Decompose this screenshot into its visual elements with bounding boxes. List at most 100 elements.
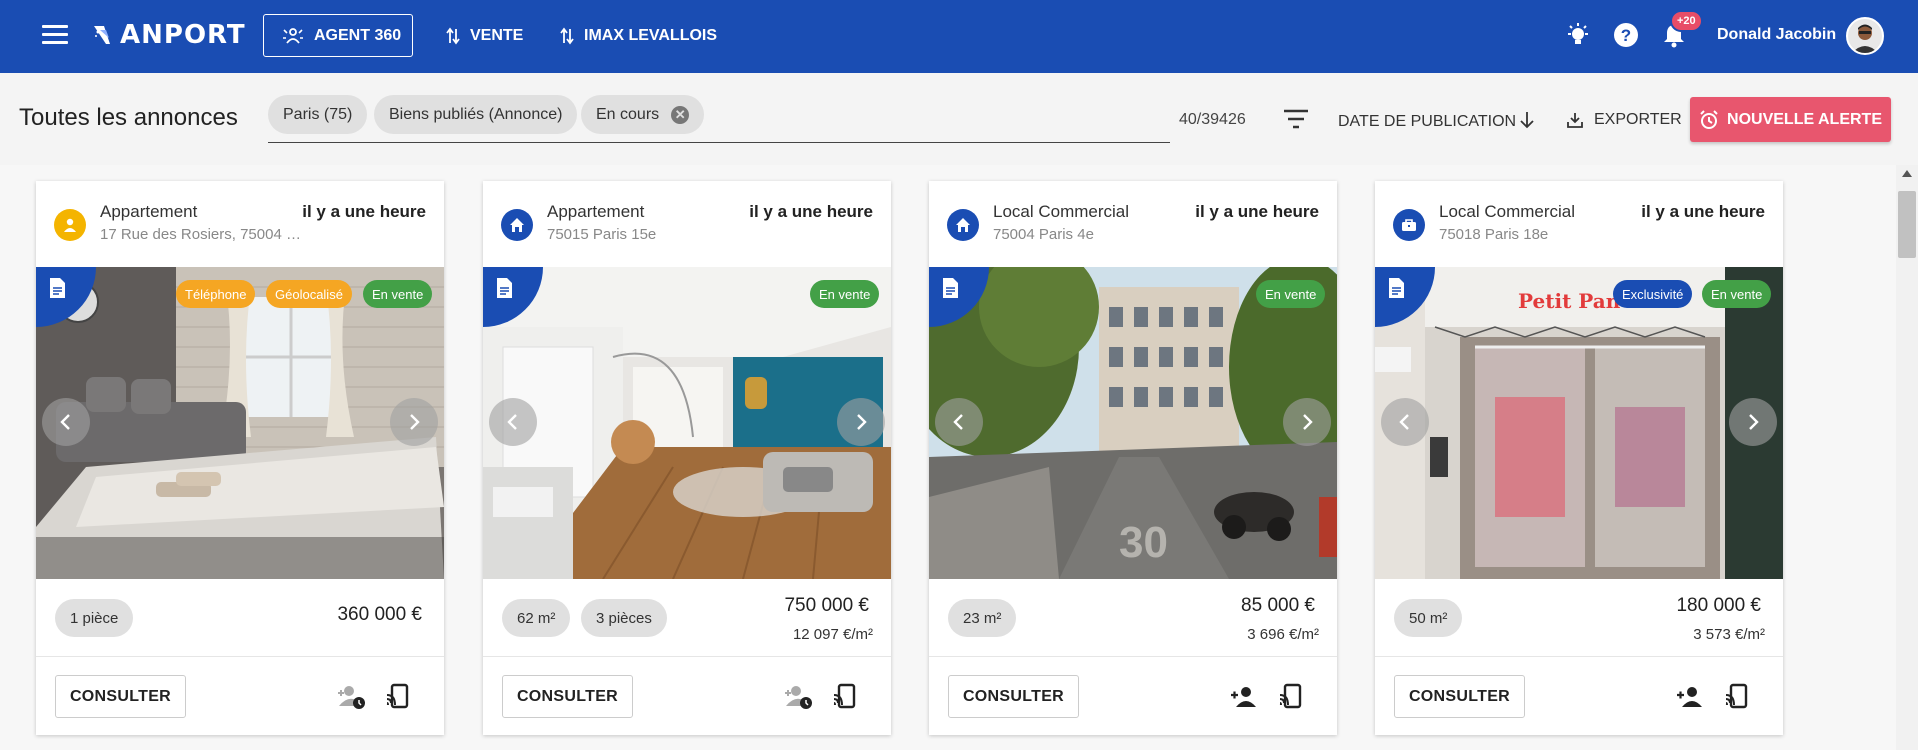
card-details: 1 pièce 360 000 € <box>36 579 444 657</box>
card-header: Local Commercial 75004 Paris 4e il y a u… <box>929 181 1337 267</box>
card-details: 23 m² 85 000 € 3 696 €/m² <box>929 579 1337 657</box>
chip-label: Paris (75) <box>283 105 353 123</box>
tag-en-vente: En vente <box>363 280 433 308</box>
filter-chip-location[interactable]: Paris (75) <box>268 95 368 134</box>
price-per-m2: 12 097 €/m² <box>792 626 873 643</box>
nav-label: VENTE <box>470 26 524 44</box>
property-photo[interactable]: En vente <box>483 267 891 579</box>
help-icon[interactable]: ? <box>1611 20 1641 50</box>
consult-button[interactable]: CONSULTER <box>502 675 633 718</box>
property-address: 75015 Paris 15e <box>547 226 657 243</box>
consult-button[interactable]: CONSULTER <box>948 675 1079 718</box>
chevron-right-icon[interactable] <box>837 398 885 446</box>
swap-vertical-icon <box>446 27 460 44</box>
sort-field[interactable]: DATE DE PUBLICATION <box>1338 113 1516 131</box>
property-type: Appartement <box>547 202 645 221</box>
cast-icon[interactable] <box>828 680 862 714</box>
tag-en-vente: En vente <box>810 280 880 308</box>
consult-button[interactable]: CONSULTER <box>1394 675 1525 718</box>
home-icon <box>947 209 979 241</box>
listing-card: Local Commercial 75004 Paris 4e il y a u… <box>929 181 1337 735</box>
add-person-icon[interactable] <box>1673 680 1707 714</box>
page-title: Toutes les annonces <box>19 104 238 131</box>
add-person-pending-icon[interactable] <box>334 680 368 714</box>
photo-sign-text: Petit Pan <box>1518 289 1621 313</box>
price-per-m2: 3 573 €/m² <box>1693 626 1765 643</box>
published-time: il y a une heure <box>302 202 426 221</box>
chevron-right-icon[interactable] <box>1729 398 1777 446</box>
tag-en-vente: En vente <box>1256 280 1326 308</box>
new-alert-button[interactable]: NOUVELLE ALERTE <box>1690 97 1891 142</box>
surface-pill: 23 m² <box>948 599 1017 637</box>
chevron-right-icon[interactable] <box>1283 398 1331 446</box>
filter-icon[interactable] <box>1283 108 1309 130</box>
logo[interactable]: ANPORT <box>92 20 246 50</box>
alarm-clock-icon <box>1700 109 1718 129</box>
card-details: 50 m² 180 000 € 3 573 €/m² <box>1375 579 1783 657</box>
property-address: 17 Rue des Rosiers, 75004 Paris 4e <box>100 226 305 243</box>
chevron-left-icon[interactable] <box>42 398 90 446</box>
property-address: 75004 Paris 4e <box>993 226 1094 243</box>
surface-pill: 62 m² <box>502 599 571 637</box>
price: 85 000 € <box>1241 595 1315 616</box>
nav-agent-360[interactable]: AGENT 360 <box>263 14 413 57</box>
surface-pill: 50 m² <box>1394 599 1463 637</box>
chip-label: En cours <box>596 105 660 123</box>
rooms-pill: 1 pièce <box>55 599 134 637</box>
briefcase-icon <box>1393 209 1425 241</box>
listing-card: Local Commercial 75018 Paris 18e il y a … <box>1375 181 1783 735</box>
person-icon <box>54 209 86 241</box>
chevron-left-icon[interactable] <box>935 398 983 446</box>
add-person-icon[interactable] <box>1227 680 1261 714</box>
chevron-right-icon[interactable] <box>390 398 438 446</box>
export-button[interactable]: EXPORTER <box>1566 111 1682 129</box>
lightbulb-icon[interactable] <box>1563 20 1593 50</box>
consult-button[interactable]: CONSULTER <box>55 675 186 718</box>
nav-imax-levallois[interactable]: IMAX LEVALLOIS <box>560 14 717 57</box>
price: 180 000 € <box>1676 595 1761 616</box>
chevron-left-icon[interactable] <box>1381 398 1429 446</box>
property-photo[interactable]: 30 En vente <box>929 267 1337 579</box>
cast-icon[interactable] <box>1720 680 1754 714</box>
scroll-up-arrow[interactable] <box>1902 170 1912 177</box>
logo-wing-icon <box>94 26 110 44</box>
tag-exclusivite: Exclusivité <box>1613 280 1693 308</box>
filter-chip-published[interactable]: Biens publiés (Annonce) <box>374 95 578 134</box>
property-photo[interactable]: Petit Pan Exclusivité En vente <box>1375 267 1783 579</box>
menu-icon[interactable] <box>42 25 68 47</box>
result-count: 40/39426 <box>1179 111 1246 128</box>
card-header: Local Commercial 75018 Paris 18e il y a … <box>1375 181 1783 267</box>
chip-label: Biens publiés (Annonce) <box>389 105 563 123</box>
logo-text: ANPORT <box>120 20 246 50</box>
avatar[interactable] <box>1846 17 1884 55</box>
nav-vente[interactable]: VENTE <box>446 14 523 57</box>
property-type: Appartement <box>100 202 198 221</box>
cast-icon[interactable] <box>381 680 415 714</box>
tag-en-vente: En vente <box>1702 280 1772 308</box>
close-icon[interactable]: ✕ <box>671 105 690 124</box>
user-name[interactable]: Donald Jacobin <box>1717 26 1836 44</box>
swap-vertical-icon <box>560 27 574 44</box>
scrollbar-thumb[interactable] <box>1898 191 1916 258</box>
export-label: EXPORTER <box>1594 111 1682 128</box>
published-time: il y a une heure <box>749 202 873 221</box>
listing-card: Appartement 75015 Paris 15e il y a une h… <box>483 181 891 735</box>
rooms-pill: 3 pièces <box>581 599 667 637</box>
arrow-down-icon[interactable] <box>1519 110 1535 130</box>
svg-text:?: ? <box>1621 26 1631 45</box>
download-icon <box>1567 113 1583 128</box>
property-photo[interactable]: Téléphone Géolocalisé En vente <box>36 267 444 579</box>
tag-telephone: Téléphone <box>176 280 256 308</box>
card-details: 62 m² 3 pièces 750 000 € 12 097 €/m² <box>483 579 891 657</box>
new-alert-label: NOUVELLE ALERTE <box>1727 110 1882 128</box>
cast-icon[interactable] <box>1274 680 1308 714</box>
top-app-bar: ANPORT AGENT 360 VENTE IMAX LEVALLOIS ? … <box>0 0 1918 73</box>
add-person-pending-icon[interactable] <box>781 680 815 714</box>
filter-chip-status[interactable]: En cours ✕ <box>581 95 705 134</box>
tag-geolocalise: Géolocalisé <box>266 280 352 308</box>
property-type: Local Commercial <box>993 202 1130 221</box>
chevron-left-icon[interactable] <box>489 398 537 446</box>
listing-card: Appartement 17 Rue des Rosiers, 75004 Pa… <box>36 181 444 735</box>
agent-360-icon <box>283 27 303 44</box>
home-icon <box>501 209 533 241</box>
